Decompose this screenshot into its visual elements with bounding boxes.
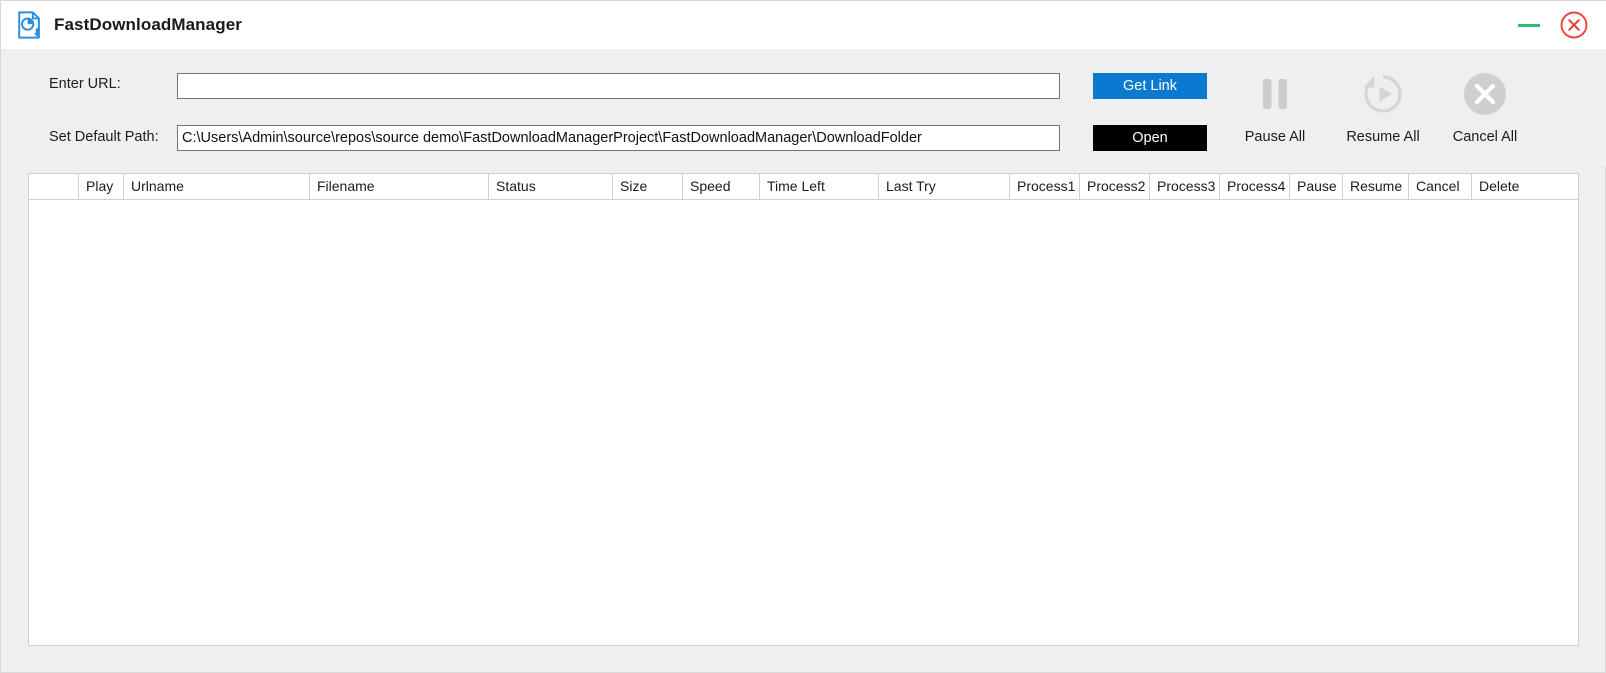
url-input[interactable] [177,73,1060,99]
title-bar: FastDownloadManager [1,1,1606,49]
grid-column-header-time-left[interactable]: Time Left [760,174,879,199]
pause-icon [1252,63,1298,125]
grid-body[interactable] [29,200,1578,645]
pause-all-label: Pause All [1244,129,1306,145]
form-area: Enter URL: Set Default Path: Get Link Op… [1,49,1606,167]
resume-all-label: Resume All [1346,129,1420,145]
grid-column-header-select[interactable] [29,174,79,199]
pause-all-button[interactable]: Pause All [1223,63,1327,155]
grid-column-header-filename[interactable]: Filename [310,174,489,199]
close-icon [1560,11,1588,39]
url-label: Enter URL: [49,76,121,92]
grid-column-header-process2[interactable]: Process2 [1080,174,1150,199]
cancel-circle-icon [1461,63,1509,125]
grid-header-row: Play Urlname Filename Status Size Speed Time L… [29,174,1578,200]
grid-column-header-delete[interactable]: Delete [1472,174,1578,199]
window-controls [1507,1,1606,49]
app-window: FastDownloadManager Enter URL: Set Defau… [0,0,1606,673]
default-path-input[interactable] [177,125,1060,151]
grid-column-header-pause[interactable]: Pause [1290,174,1343,199]
resume-all-button[interactable]: Resume All [1331,63,1435,155]
app-title: FastDownloadManager [54,15,242,34]
path-label: Set Default Path: [49,129,159,145]
grid-column-header-speed[interactable]: Speed [683,174,760,199]
get-link-button[interactable]: Get Link [1093,73,1207,99]
open-button[interactable]: Open [1093,125,1207,151]
grid-column-header-process3[interactable]: Process3 [1150,174,1220,199]
close-button[interactable] [1551,1,1597,49]
grid-column-header-urlname[interactable]: Urlname [124,174,310,199]
cancel-all-button[interactable]: Cancel All [1433,63,1537,155]
minimize-icon [1518,23,1540,27]
minimize-button[interactable] [1507,3,1551,47]
grid-column-header-size[interactable]: Size [613,174,683,199]
grid-column-header-process4[interactable]: Process4 [1220,174,1290,199]
downloads-grid: Play Urlname Filename Status Size Speed Time L… [28,173,1579,646]
grid-column-header-resume[interactable]: Resume [1343,174,1409,199]
grid-column-header-cancel[interactable]: Cancel [1409,174,1472,199]
document-download-icon [18,11,41,39]
grid-column-header-process1[interactable]: Process1 [1010,174,1080,199]
grid-column-header-status[interactable]: Status [489,174,613,199]
resume-icon [1358,63,1408,125]
cancel-all-label: Cancel All [1452,129,1518,145]
grid-column-header-play[interactable]: Play [79,174,124,199]
grid-column-header-last-try[interactable]: Last Try [879,174,1010,199]
